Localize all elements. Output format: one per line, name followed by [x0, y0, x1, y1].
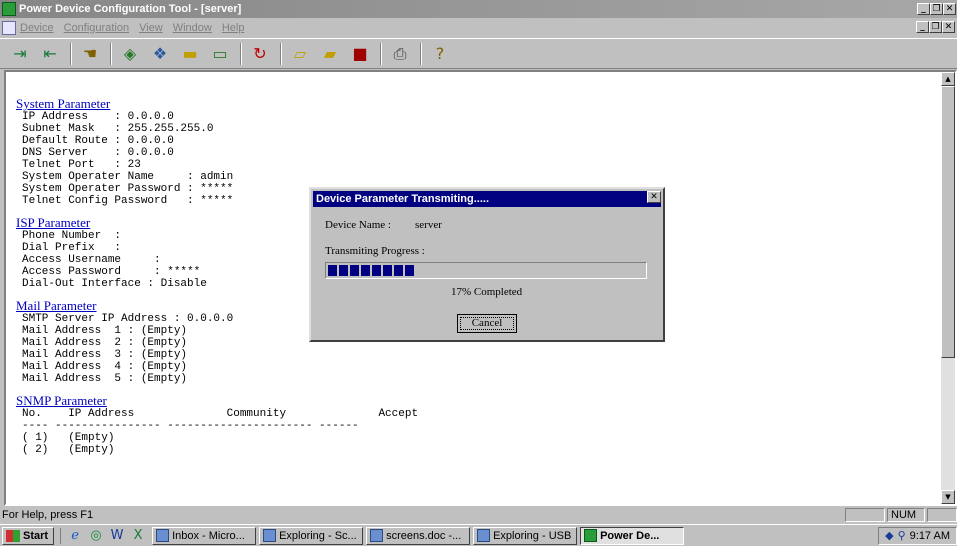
scroll-up-button[interactable]: ▲ — [941, 72, 955, 86]
document-icon[interactable] — [2, 20, 16, 35]
menu-bar: Device Configuration View Window Help _ … — [0, 18, 957, 37]
task-label: Power De... — [600, 529, 660, 542]
taskbar-button[interactable]: screens.doc -... — [366, 526, 471, 545]
save-icon[interactable]: ■ — [348, 43, 372, 65]
system-line: Subnet Mask : 255.255.255.0 — [22, 123, 214, 135]
menu-window[interactable]: Window — [173, 22, 212, 34]
dialog-close-button[interactable]: ✕ — [647, 191, 661, 203]
taskbar-button[interactable]: Inbox - Micro... — [152, 526, 257, 545]
scroll-down-button[interactable]: ▼ — [941, 490, 955, 504]
folder-icon[interactable]: ▰ — [318, 43, 342, 65]
task-label: screens.doc -... — [386, 529, 462, 542]
system-tray: ◆ ⚲ 9:17 AM — [878, 526, 957, 545]
device-icon[interactable]: ◈ — [118, 43, 142, 65]
task-label: Exploring - Sc... — [279, 529, 357, 542]
internet-explorer-icon[interactable]: ℯ — [67, 528, 83, 544]
windows-logo-icon — [6, 529, 20, 542]
outlook-icon[interactable]: ◎ — [88, 528, 104, 544]
transmit-dialog: Device Parameter Transmiting..... ✕ Devi… — [309, 187, 665, 342]
system-line: System Operater Name : admin — [22, 171, 234, 183]
status-cell-empty — [927, 508, 957, 522]
power-device-app-icon — [584, 529, 598, 542]
status-bar: For Help, press F1 NUM — [0, 507, 957, 523]
snmp-line: No. IP Address Community Accept — [22, 408, 419, 420]
connect-icon[interactable]: ⇥ — [8, 43, 32, 65]
taskbar: Start ℯ ◎ W X Inbox - Micro... Exploring… — [0, 524, 957, 546]
minimize-button[interactable]: _ — [917, 3, 930, 15]
child-minimize-button[interactable]: _ — [916, 21, 929, 33]
progress-fill — [328, 265, 417, 276]
system-line: Default Route : 0.0.0.0 — [22, 135, 174, 147]
system-line: IP Address : 0.0.0.0 — [22, 111, 174, 123]
outlook-icon — [156, 529, 170, 542]
dialog-title: Device Parameter Transmiting..... — [313, 191, 661, 207]
shield-icon[interactable]: ◆ — [885, 529, 893, 542]
menu-device[interactable]: Device — [20, 22, 54, 34]
system-parameter-heading[interactable]: System Parameter — [16, 96, 916, 111]
clock[interactable]: 9:17 AM — [910, 530, 950, 542]
device-name-value: server — [415, 219, 442, 231]
quick-launch: ℯ ◎ W X — [60, 527, 146, 544]
close-button[interactable]: ✕ — [943, 3, 956, 15]
title-bar: Power Device Configuration Tool - [serve… — [0, 0, 957, 18]
menu-configuration[interactable]: Configuration — [64, 22, 129, 34]
child-close-button[interactable]: ✕ — [942, 21, 955, 33]
monitor-icon[interactable]: ▭ — [208, 43, 232, 65]
snmp-line: ( 1) (Empty) — [22, 432, 115, 444]
network-tray-icon[interactable]: ⚲ — [898, 529, 906, 542]
snmp-parameter-heading[interactable]: SNMP Parameter — [16, 393, 916, 408]
open-folder-icon[interactable]: ▱ — [288, 43, 312, 65]
taskbar-button-active[interactable]: Power De... — [580, 526, 685, 545]
system-line: DNS Server : 0.0.0.0 — [22, 147, 174, 159]
progress-label: Transmiting Progress : — [325, 245, 425, 257]
task-label: Exploring - USB — [493, 529, 572, 542]
vertical-scrollbar[interactable]: ▲ ▼ — [941, 72, 955, 504]
scroll-thumb[interactable] — [941, 86, 955, 358]
child-restore-button[interactable]: ❐ — [929, 21, 942, 33]
refresh-icon[interactable]: ↻ — [248, 43, 272, 65]
restore-button[interactable]: ❐ — [930, 3, 943, 15]
word-document-icon — [370, 529, 384, 542]
menu-help[interactable]: Help — [222, 22, 245, 34]
word-icon[interactable]: W — [109, 528, 125, 544]
excel-icon[interactable]: X — [130, 528, 146, 544]
taskbar-button[interactable]: Exploring - USB — [473, 526, 578, 545]
app-icon — [2, 2, 16, 16]
status-help-text: For Help, press F1 — [2, 509, 94, 521]
print-icon[interactable]: ⎙ — [388, 43, 412, 65]
explorer-icon — [263, 529, 277, 542]
system-line: Telnet Port : 23 — [22, 159, 141, 171]
network-icon[interactable]: ❖ — [148, 43, 172, 65]
card-icon[interactable]: ▬ — [178, 43, 202, 65]
mail-line: Mail Address 5 : (Empty) — [22, 373, 188, 385]
num-lock-indicator: NUM — [887, 508, 925, 522]
device-name-label: Device Name : — [325, 219, 391, 231]
menu-view[interactable]: View — [139, 22, 163, 34]
disconnect-icon[interactable]: ⇤ — [38, 43, 62, 65]
window-title: Power Device Configuration Tool - [serve… — [19, 3, 242, 15]
hand-icon[interactable]: ☚ — [78, 43, 102, 65]
progress-bar — [325, 262, 647, 279]
completed-text: 17% Completed — [451, 286, 523, 298]
snmp-line: ( 2) (Empty) — [22, 444, 115, 456]
explorer-icon — [477, 529, 491, 542]
cancel-button[interactable]: Cancel — [457, 314, 517, 333]
taskbar-button[interactable]: Exploring - Sc... — [259, 526, 364, 545]
task-label: Inbox - Micro... — [172, 529, 245, 542]
snmp-line: ---- ---------------- ------------------… — [22, 420, 359, 432]
help-icon[interactable]: ? — [428, 43, 452, 65]
toolbar: ⇥ ⇤ ☚ ◈ ❖ ▬ ▭ ↻ ▱ ▰ ■ ⎙ ? — [0, 38, 957, 69]
start-label: Start — [23, 529, 49, 542]
mail-line: Mail Address 4 : (Empty) — [22, 361, 188, 373]
start-button[interactable]: Start — [2, 526, 55, 545]
mail-line: Mail Address 3 : (Empty) — [22, 349, 188, 361]
status-cell-empty — [845, 508, 885, 522]
